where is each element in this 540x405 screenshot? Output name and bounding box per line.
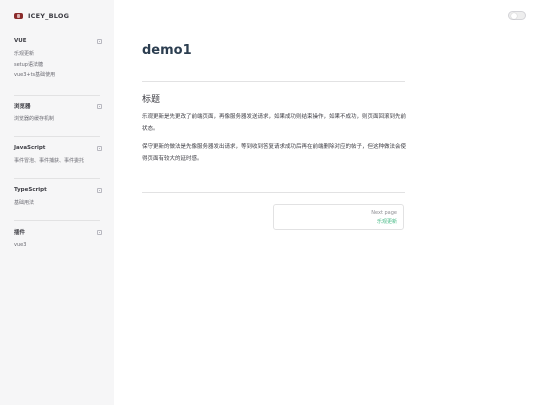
sidebar-group-title: TypeScript: [14, 187, 47, 193]
toggle-knob: [510, 13, 517, 19]
section-heading: 标题: [142, 95, 161, 105]
sidebar-group-header[interactable]: JavaScript: [14, 143, 102, 153]
sidebar-divider: [14, 136, 100, 137]
logo-icon: [14, 13, 23, 19]
paragraph: 保守更新的做法是先像服务器发出请求，等到收到答复请求成功后再在前端删除对应的帖子…: [142, 144, 407, 162]
sidebar-item[interactable]: 乐观更新: [14, 49, 102, 60]
next-page-title: 乐观更新: [376, 219, 397, 225]
collapse-icon[interactable]: [97, 145, 102, 151]
footer-divider: [142, 192, 405, 193]
sidebar-group-header[interactable]: 浏览器: [14, 101, 102, 111]
sidebar-group-header[interactable]: VUE: [14, 36, 102, 46]
sidebar-group-title: VUE: [14, 38, 27, 44]
sidebar-group-title: 插件: [14, 230, 26, 236]
sidebar-group-header[interactable]: TypeScript: [14, 185, 102, 195]
site-brand[interactable]: ICEY_BLOG: [14, 10, 69, 22]
appearance-toggle[interactable]: [508, 11, 526, 20]
sidebar-divider: [14, 178, 100, 179]
sidebar-group-typescript: TypeScript 基础用法: [14, 185, 102, 209]
collapse-icon[interactable]: [97, 103, 102, 109]
sidebar-divider: [14, 95, 100, 96]
page-title: demo1: [142, 43, 192, 58]
paragraph: 乐观更新是先更改了前端页面，再像服务器发送请求，如果成功则结束操作，如果不成功，…: [142, 114, 407, 132]
sidebar-item[interactable]: vue3+ts基础使用: [14, 70, 102, 81]
sidebar-item[interactable]: 浏览器的缓存机制: [14, 114, 102, 125]
sidebar-group-title: 浏览器: [14, 104, 31, 110]
sidebar-item[interactable]: 基础用法: [14, 198, 102, 209]
sidebar-group-javascript: JavaScript 事件冒泡、事件捕获、事件委托: [14, 143, 102, 167]
sidebar-item[interactable]: vue3: [14, 240, 102, 251]
sidebar-group-header[interactable]: 插件: [14, 227, 102, 237]
collapse-icon[interactable]: [97, 38, 102, 44]
sidebar-item[interactable]: setup语法糖: [14, 60, 102, 71]
sidebar-group-browser: 浏览器 浏览器的缓存机制: [14, 101, 102, 125]
sidebar: ICEY_BLOG VUE 乐观更新 setup语法糖 vue3+ts基础使用 …: [0, 0, 114, 405]
sidebar-group-title: JavaScript: [14, 145, 46, 151]
sidebar-divider: [14, 220, 100, 221]
sidebar-item[interactable]: 事件冒泡、事件捕获、事件委托: [14, 156, 102, 167]
next-page-desc: Next page: [371, 210, 397, 216]
sidebar-group-vue: VUE 乐观更新 setup语法糖 vue3+ts基础使用: [14, 36, 102, 81]
collapse-icon[interactable]: [97, 187, 102, 193]
next-page-link[interactable]: Next page 乐观更新: [273, 204, 404, 230]
title-divider: [142, 81, 405, 82]
sidebar-group-plugins: 插件 vue3: [14, 227, 102, 251]
collapse-icon[interactable]: [97, 229, 102, 235]
site-title: ICEY_BLOG: [28, 12, 70, 20]
